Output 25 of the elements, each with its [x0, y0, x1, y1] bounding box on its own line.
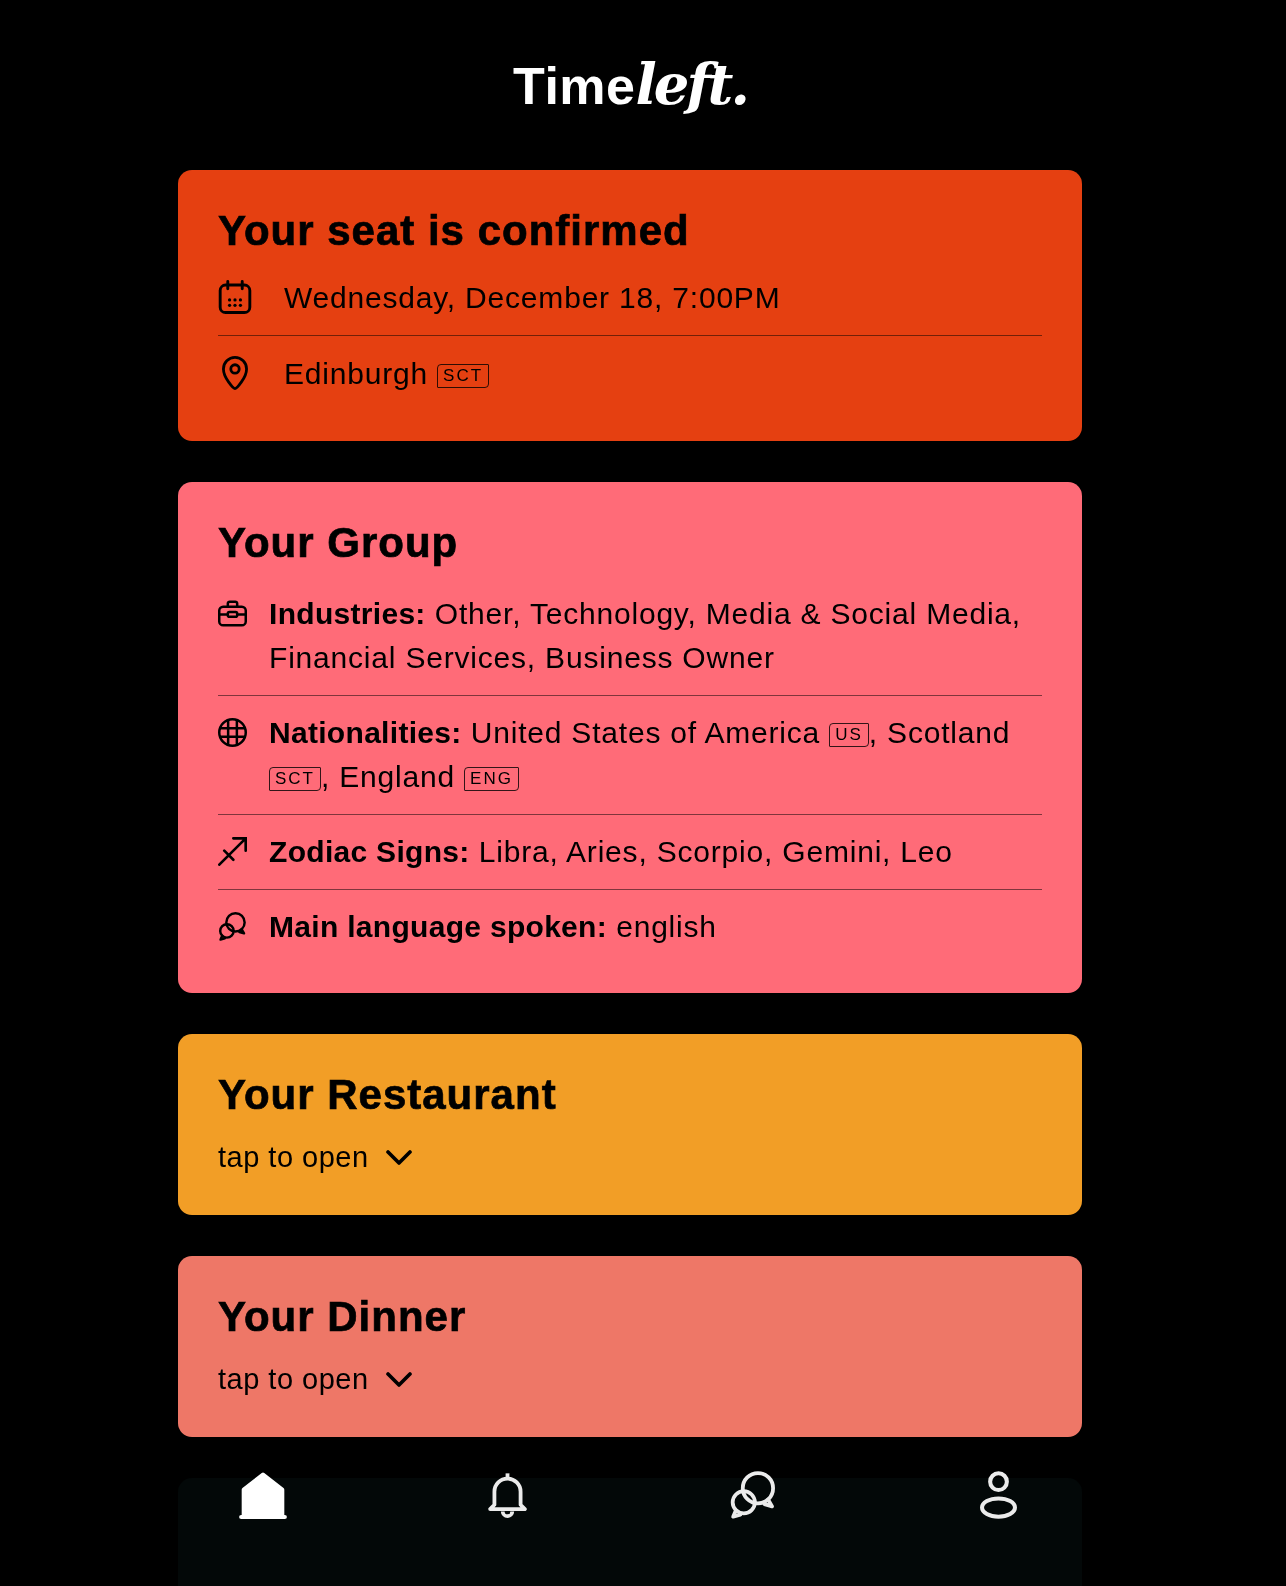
profile-icon [979, 1471, 1017, 1519]
expand-toggle[interactable]: tap to open [218, 1138, 412, 1176]
group-fact-text: Main language spoken: english [269, 909, 718, 945]
chevron-down-icon [385, 1149, 412, 1165]
card-title: Your Dinner [218, 1296, 468, 1338]
card-title: Your Restaurant [218, 1074, 558, 1116]
globe-icon [218, 718, 247, 747]
chat-icon [730, 1471, 777, 1519]
bell-icon [488, 1471, 528, 1519]
group-fact-text: Industries: Other, Technology, Media & Social Media, Financial Services, Business Owner [269, 596, 1022, 676]
app-logo: Timeleft. [513, 50, 747, 119]
group-fact-text: Nationalities: United States of America US , Scotland SCT , England ENG [269, 715, 1012, 795]
speech-bubbles-icon [218, 912, 247, 941]
expand-toggle[interactable]: tap to open [218, 1360, 412, 1398]
location-text: Edinburgh SCT [284, 354, 1042, 393]
card-title: Your seat is confirmed [218, 210, 691, 252]
group-fact-text: Zodiac Signs: Libra, Aries, Scorpio, Gemini, Leo [269, 834, 954, 870]
profile-tab[interactable] [977, 1469, 1019, 1521]
card-title: Your Group [218, 522, 460, 564]
sagittarius-icon [218, 837, 247, 866]
chevron-down-icon [385, 1371, 412, 1387]
briefcase-icon [218, 599, 247, 628]
event-date-text: Wednesday, December 18, 7:00PM [284, 280, 782, 316]
home-icon [238, 1471, 287, 1519]
calendar-icon [218, 280, 252, 314]
